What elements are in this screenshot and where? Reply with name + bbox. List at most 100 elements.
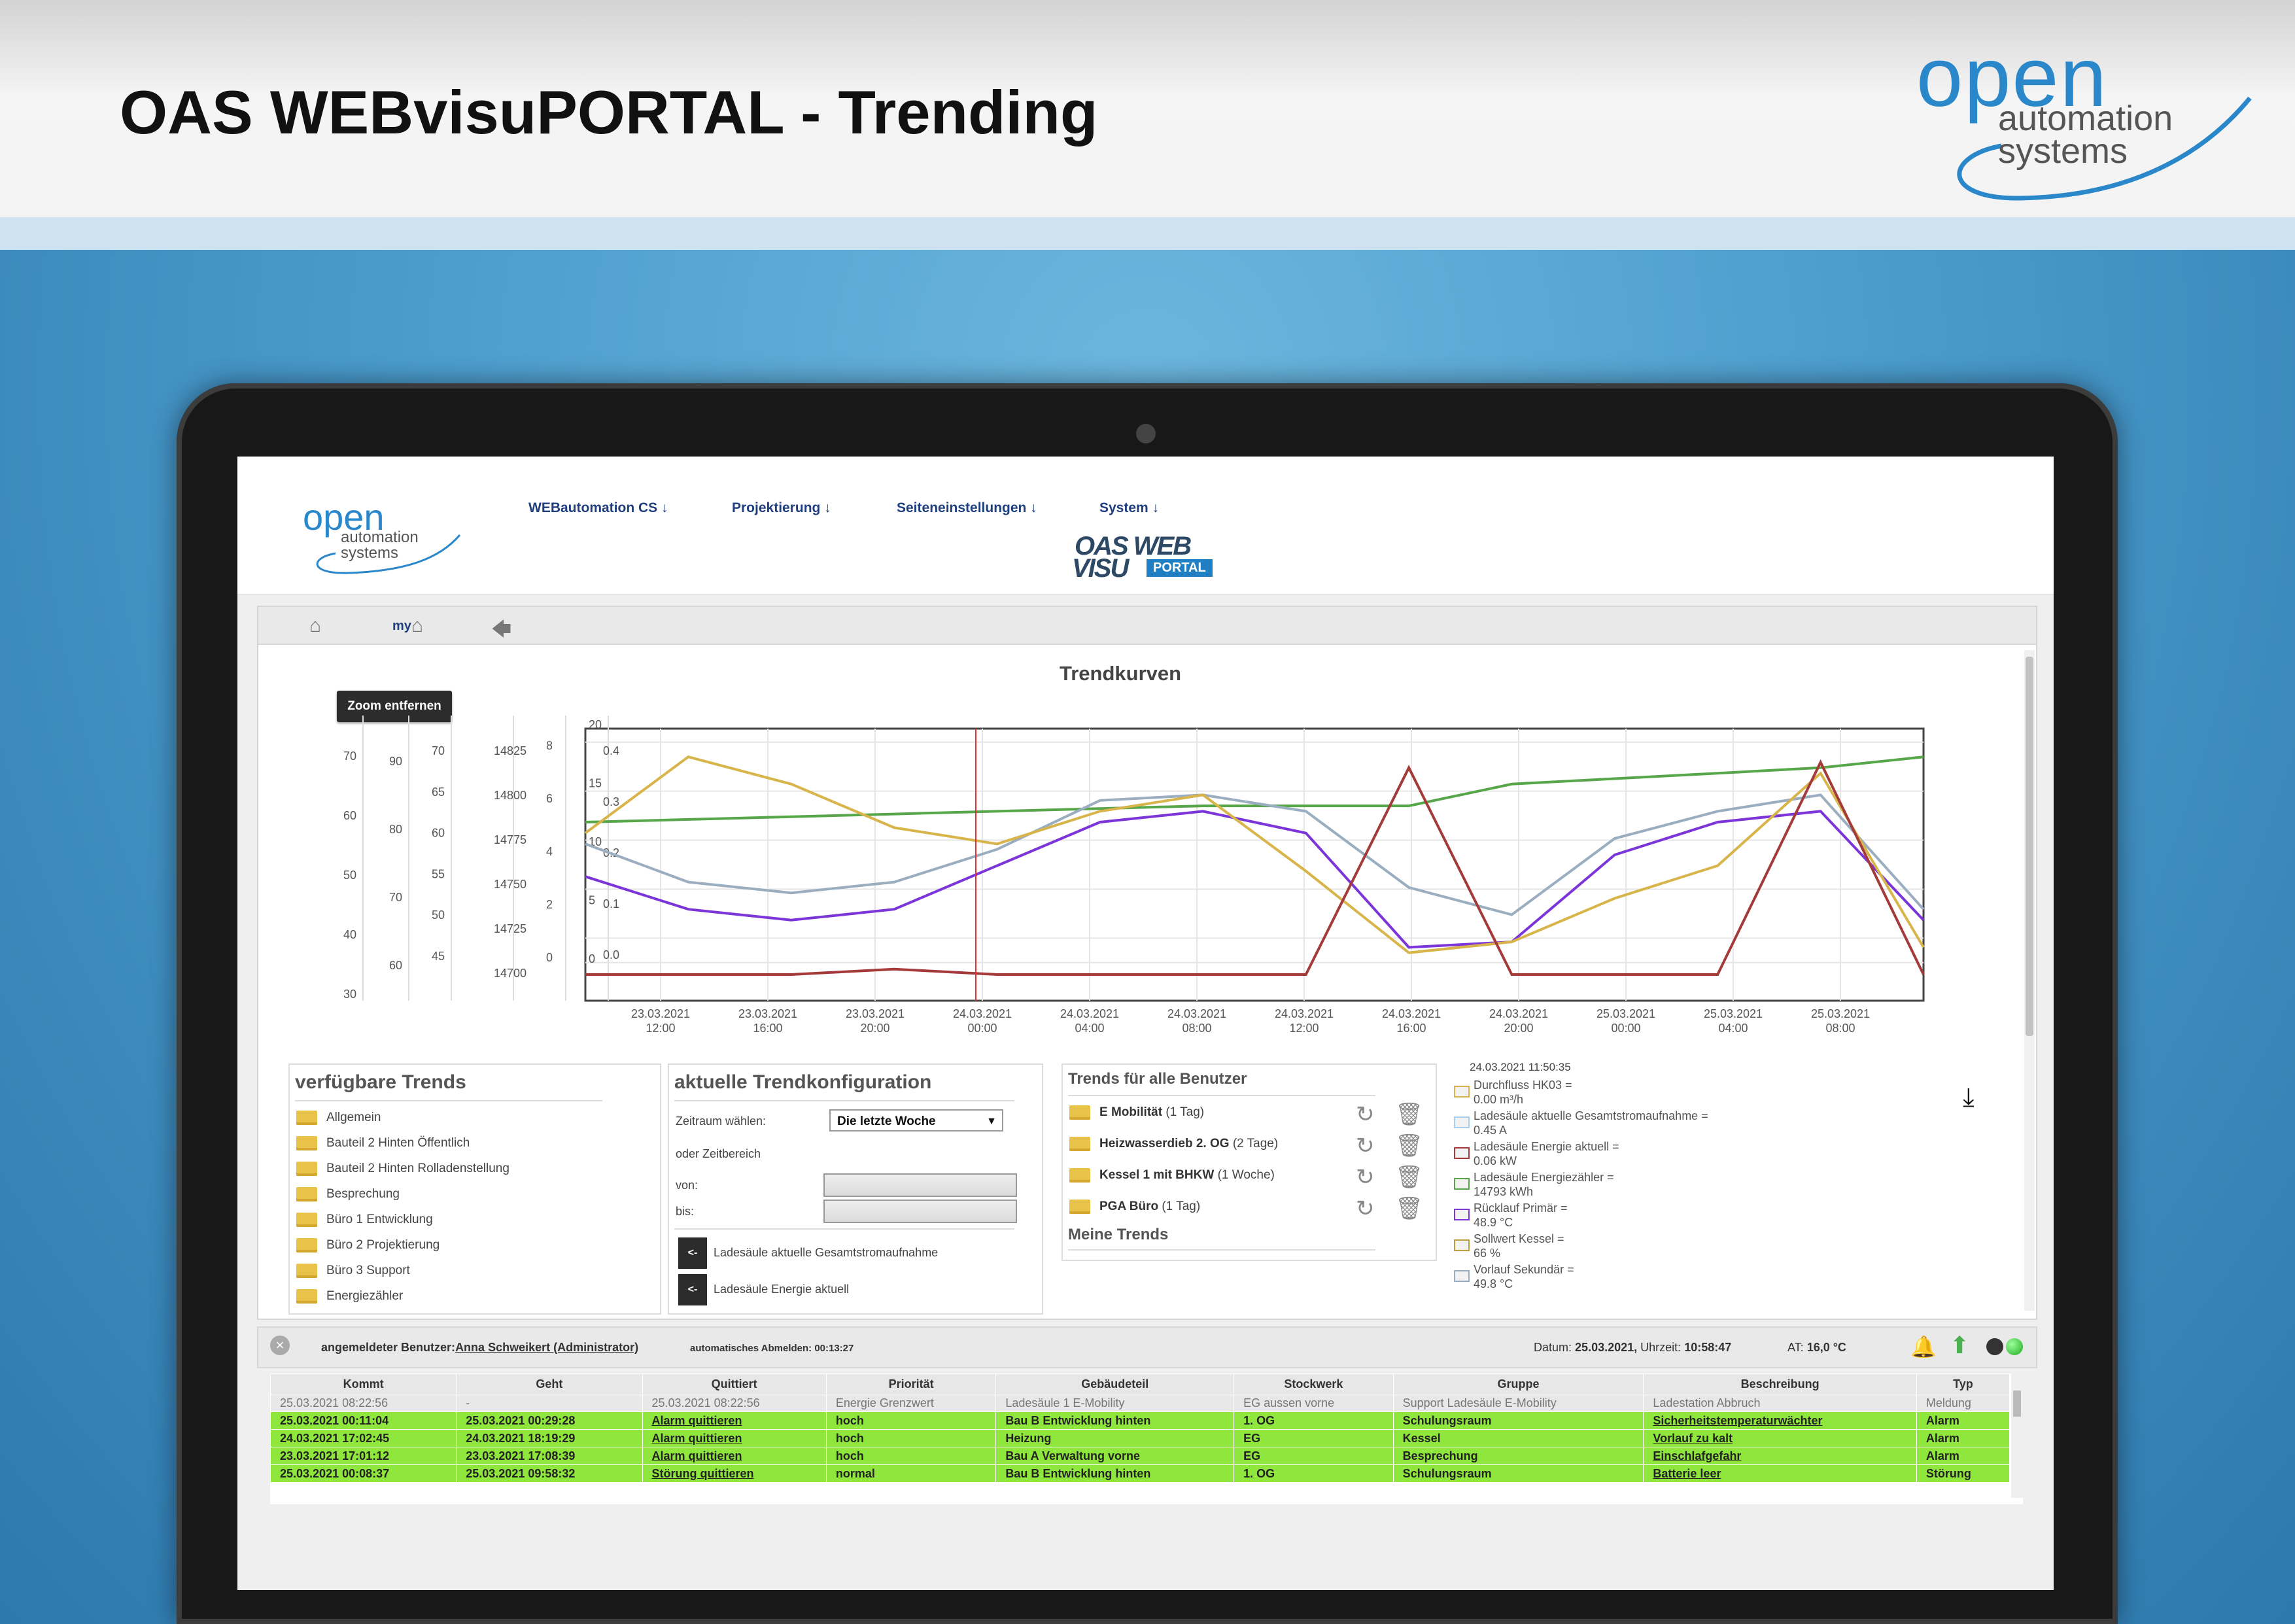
table-cell[interactable]: Alarm quittieren [642,1411,827,1430]
table-cell: Energie Grenzwert [825,1394,997,1412]
refresh-icon[interactable]: ↻ [1356,1133,1375,1159]
app-logo[interactable]: open automation systems [303,496,473,581]
table-cell[interactable]: Störung quittieren [642,1464,827,1483]
nav-projektierung[interactable]: Projektierung ↓ [732,500,831,516]
alarm-column-header[interactable]: Typ [1916,1373,2010,1394]
table-cell: hoch [825,1429,997,1447]
refresh-icon[interactable]: ↻ [1356,1196,1375,1222]
y-tick-label: 0 [589,952,595,965]
table-cell: hoch [825,1447,997,1465]
upload-arrow-icon[interactable]: ⬆ [1950,1332,1969,1359]
table-cell: Ladesäule 1 E-Mobility [995,1394,1235,1412]
alarm-column-header[interactable]: Quittiert [642,1373,827,1394]
scrollbar-thumb[interactable] [2013,1391,2021,1417]
remove-trend-button[interactable]: <- [678,1237,707,1269]
legend-text: Rücklauf Primär = 48.9 °C [1474,1201,1568,1230]
legend-value: 49.8 °C [1474,1277,1513,1290]
refresh-icon[interactable]: ↻ [1356,1164,1375,1190]
trend-legend: 24.03.2021 11:50:35 Durchfluss HK03 = 0.0… [1449,1061,1841,1309]
trend-folder-item[interactable]: Allgemein [296,1111,381,1125]
table-row[interactable]: 24.03.2021 17:02:45 24.03.2021 18:19:29 Al… [270,1429,2010,1447]
bell-icon[interactable]: 🔔 [1910,1334,1937,1359]
my-home-label[interactable]: my [392,619,411,634]
remove-trend-button[interactable]: <- [678,1274,707,1305]
zeitraum-select[interactable]: Die letzte Woche ▼ [829,1109,1003,1132]
y-tick-label: 60 [389,959,402,972]
table-cell: 24.03.2021 18:19:29 [456,1429,643,1447]
table-row[interactable]: 25.03.2021 00:11:04 25.03.2021 00:29:28 Al… [270,1411,2010,1430]
content-scrollbar[interactable] [2024,650,2035,1311]
y-tick-label: 14825 [494,744,526,757]
y-tick-label: 8 [546,739,553,752]
alarm-column-header[interactable]: Stockwerk [1234,1373,1394,1394]
trend-folder-item[interactable]: Büro 3 Support [296,1264,410,1278]
trash-icon[interactable]: 🗑 [1395,1101,1423,1128]
folder-icon [296,1238,317,1253]
user-trends-title: Trends für alle Benutzer [1068,1070,1247,1088]
y-tick-label: 30 [343,988,356,1001]
folder-icon [1069,1200,1090,1214]
table-cell[interactable]: Alarm quittieren [642,1447,827,1465]
legend-value: 48.9 °C [1474,1216,1513,1229]
user-trend-item[interactable]: E Mobilität (1 Tag) [1069,1105,1204,1120]
close-icon[interactable]: × [270,1336,290,1355]
table-cell: Besprechung [1392,1447,1644,1465]
x-tick-label: 12:00 [646,1022,675,1035]
trend-folder-item[interactable]: Büro 1 Entwicklung [296,1213,433,1227]
nav-system[interactable]: System ↓ [1099,500,1159,516]
my-home-icon[interactable]: ⌂ [411,615,423,637]
x-tick-label: 16:00 [753,1022,782,1035]
table-row[interactable]: 25.03.2021 00:08:37 25.03.2021 09:58:32 St… [270,1464,2010,1483]
trend-folder-item[interactable]: Energiezähler [296,1289,403,1304]
x-tick-label: 24.03.2021 [1489,1007,1548,1020]
y-tick-label: 70 [343,750,356,763]
bis-input[interactable] [823,1200,1017,1223]
folder-icon [1069,1105,1090,1120]
tablet-screen: open automation systems WEBautomation CS… [237,457,2054,1590]
trend-folder-item[interactable]: Büro 2 Projektierung [296,1238,440,1253]
refresh-icon[interactable]: ↻ [1356,1101,1375,1128]
trend-folder-item[interactable]: Bauteil 2 Hinten Rolladenstellung [296,1162,509,1176]
user-trend-item[interactable]: PGA Büro (1 Tag) [1069,1200,1200,1214]
trend-folder-item[interactable]: Besprechung [296,1187,400,1201]
my-trends-title: Meine Trends [1068,1226,1169,1243]
folder-icon [296,1187,317,1201]
home-icon[interactable]: ⌂ [309,615,321,637]
download-icon[interactable]: ⤓ [1963,1083,1975,1113]
x-tick-label: 25.03.2021 [1811,1007,1870,1020]
alarm-column-header[interactable]: Beschreibung [1643,1373,1917,1394]
trash-icon[interactable]: 🗑 [1395,1164,1423,1190]
alarm-column-header[interactable]: Gebäudeteil [995,1373,1235,1394]
user-trend-item[interactable]: Heizwasserdieb 2. OG (2 Tage) [1069,1137,1278,1151]
alarm-column-header[interactable]: Kommt [270,1373,457,1394]
table-cell: 25.03.2021 08:22:56 [270,1394,457,1412]
folder-icon [296,1289,317,1304]
legend-text: Ladesäule Energiezähler = 14793 kWh [1474,1170,1614,1199]
table-cell: Meldung [1916,1394,2010,1412]
table-cell: Schulungsraum [1392,1411,1644,1430]
y-tick-label: 60 [343,809,356,822]
folder-icon [296,1136,317,1150]
alarm-column-header[interactable]: Geht [456,1373,643,1394]
table-cell[interactable]: Alarm quittieren [642,1429,827,1447]
trash-icon[interactable]: 🗑 [1395,1196,1423,1222]
nav-seiteneinstellungen[interactable]: Seiteneinstellungen ↓ [897,500,1037,516]
x-tick-label: 23.03.2021 [631,1007,690,1020]
y-tick-label: 14725 [494,922,526,935]
alarm-column-header[interactable]: Priorität [825,1373,997,1394]
scrollbar-thumb[interactable] [2026,657,2033,1036]
nav-webautomation[interactable]: WEBautomation CS ↓ [528,500,668,516]
alarm-scrollbar[interactable] [2011,1373,2023,1498]
x-tick-label: 23.03.2021 [738,1007,797,1020]
slide-title: OAS WEBvisuPORTAL - Trending [120,78,1098,147]
user-trend-item[interactable]: Kessel 1 mit BHKW (1 Woche) [1069,1168,1275,1183]
trend-folder-item[interactable]: Bauteil 2 Hinten Öffentlich [296,1136,470,1150]
table-row[interactable]: 25.03.2021 08:22:56-25.03.2021 08:22:56 E… [270,1394,2010,1412]
x-tick-label: 24.03.2021 [1275,1007,1334,1020]
alarm-column-header[interactable]: Gruppe [1392,1373,1644,1394]
trend-chart[interactable]: 23.03.2021 12:00 23.03.2021 16:00 23.03.2021… [258,645,2024,1063]
divider [674,1228,1014,1230]
trash-icon[interactable]: 🗑 [1395,1133,1423,1159]
table-row[interactable]: 23.03.2021 17:01:12 23.03.2021 17:08:39 Al… [270,1447,2010,1465]
von-input[interactable] [823,1173,1017,1197]
